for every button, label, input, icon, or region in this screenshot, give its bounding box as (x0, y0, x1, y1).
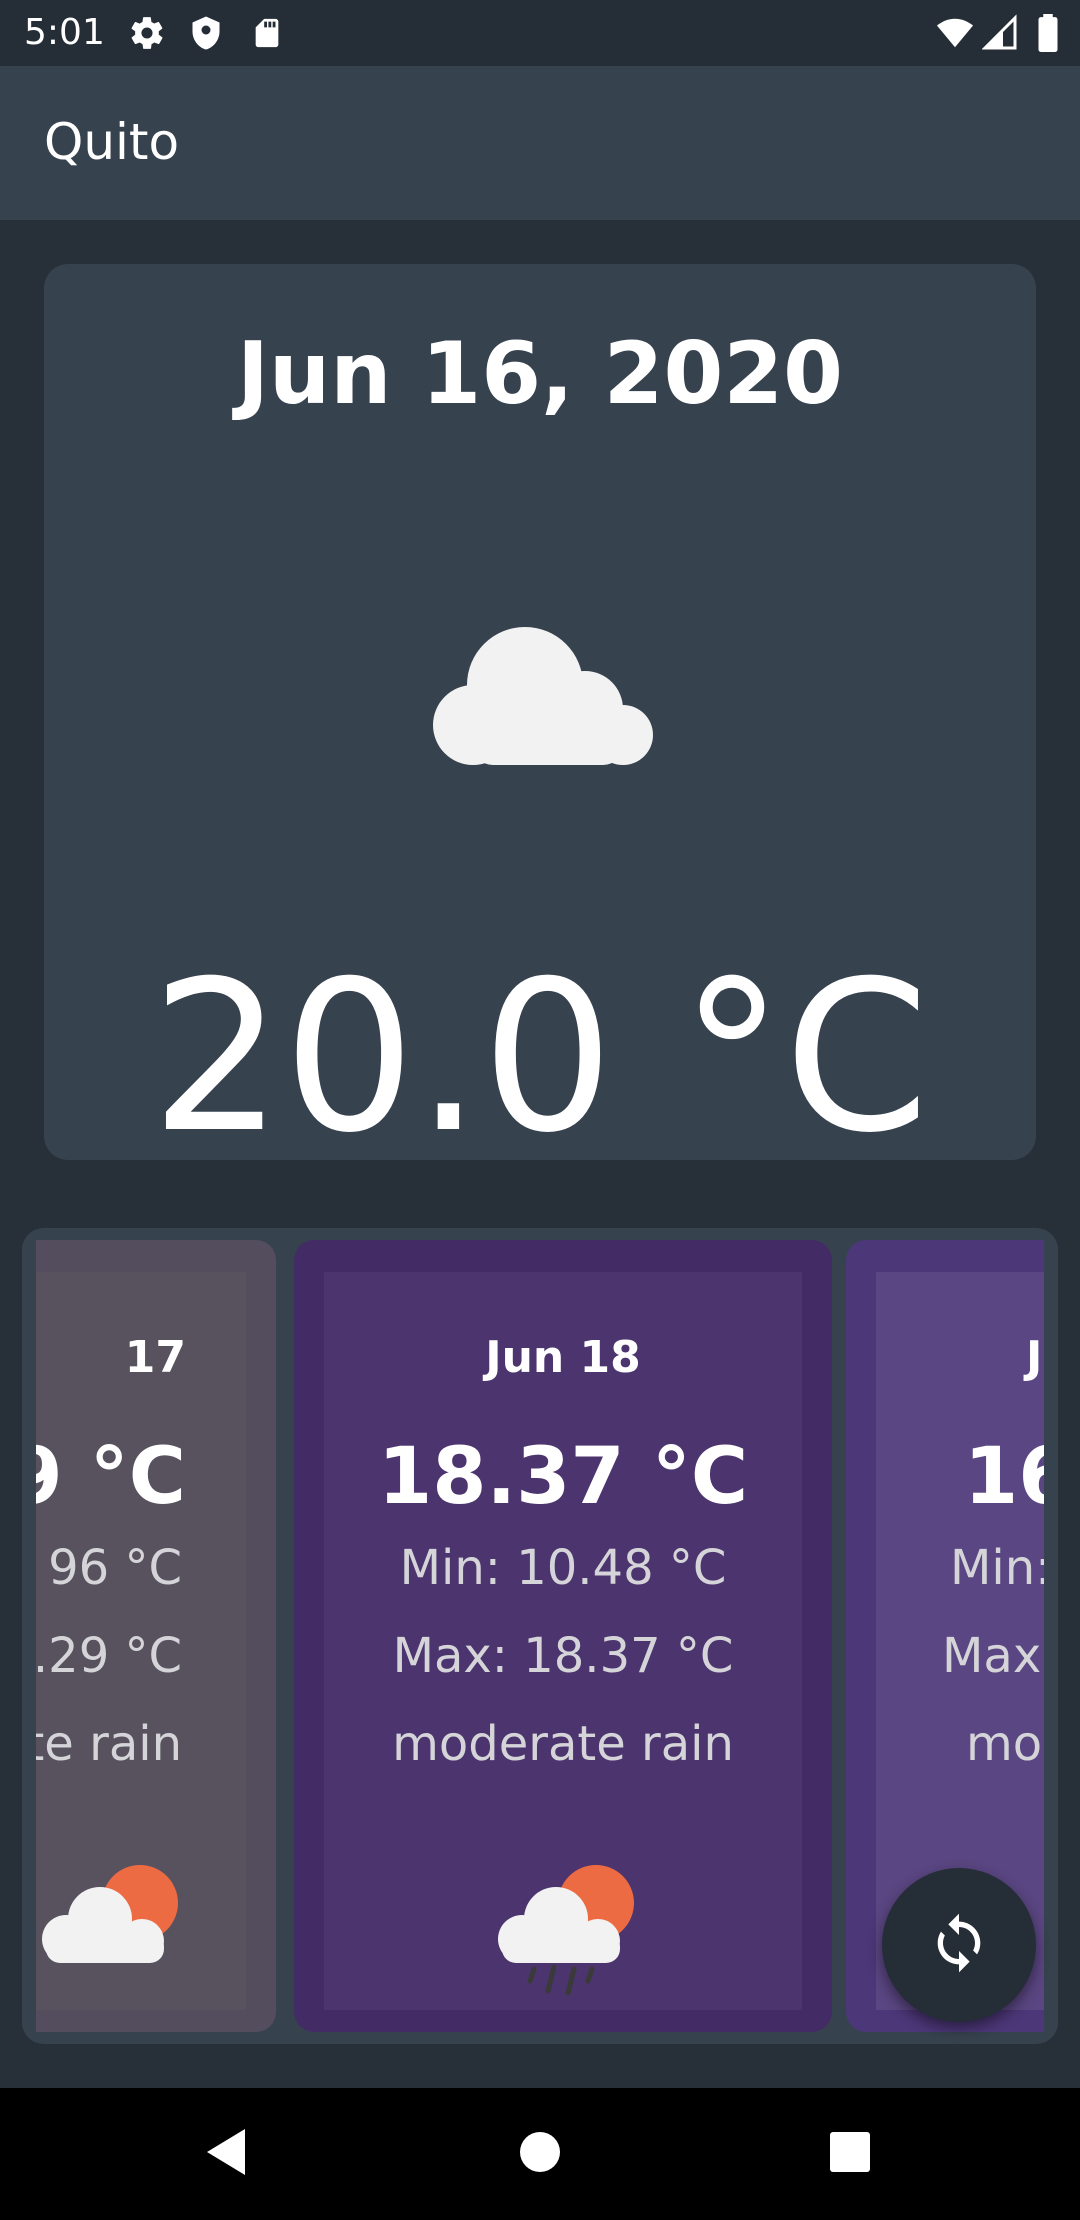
battery-icon (1036, 14, 1060, 56)
navigation-bar (0, 2088, 1080, 2220)
refresh-button[interactable] (882, 1868, 1036, 2022)
recents-button[interactable] (784, 2088, 916, 2220)
carousel-edge (22, 1228, 36, 2044)
forecast-min: 96 °C (48, 1540, 182, 1596)
forecast-card[interactable]: 17 9 °C 96 °C .29 °C te rain (22, 1240, 276, 2032)
forecast-max: Max: 18.37 °C (392, 1628, 734, 1684)
forecast-date: Jun 18 (485, 1332, 641, 1383)
home-button[interactable] (474, 2088, 606, 2220)
signal-icon (981, 14, 1018, 56)
forecast-card-content: Jun 18 18.37 °C Min: 10.48 °C Max: 18.37… (324, 1272, 802, 2010)
forecast-description: moderate rain (392, 1716, 734, 1772)
current-temperature: 20.0 °C (150, 937, 930, 1179)
forecast-min: Min: (950, 1540, 1052, 1596)
carousel-edge (1044, 1228, 1058, 2044)
back-icon (203, 2127, 249, 2181)
forecast-description: moc (966, 1716, 1058, 1772)
app-bar: Quito (0, 66, 1080, 220)
forecast-card[interactable]: Jun 18 18.37 °C Min: 10.48 °C Max: 18.37… (294, 1240, 832, 2032)
wifi-icon (934, 14, 976, 56)
back-button[interactable] (160, 2088, 292, 2220)
status-bar: 5:01 (0, 0, 1080, 66)
forecast-temperature: 9 °C (22, 1432, 186, 1522)
status-time: 5:01 (24, 12, 105, 53)
forecast-date: 17 (124, 1332, 186, 1383)
current-weather-card: Jun 16, 2020 20.0 °C (44, 264, 1036, 1179)
forecast-card-content: 17 9 °C 96 °C .29 °C te rain (22, 1272, 246, 2010)
refresh-icon (927, 1911, 991, 1979)
rain-sun-icon (488, 1857, 638, 2001)
shield-icon (188, 14, 224, 56)
forecast-temperature: 16 (964, 1432, 1058, 1522)
rain-sun-icon (32, 1857, 182, 2001)
settings-icon (128, 14, 166, 56)
forecast-description: te rain (25, 1716, 182, 1772)
forecast-min: Min: 10.48 °C (399, 1540, 727, 1596)
home-icon (518, 2130, 562, 2178)
forecast-date: J (1026, 1332, 1043, 1383)
forecast-max: .29 °C (32, 1628, 182, 1684)
cloud-icon (415, 607, 665, 771)
current-date: Jun 16, 2020 (236, 324, 844, 424)
recents-icon (829, 2131, 871, 2177)
forecast-max: Max (942, 1628, 1042, 1684)
forecast-temperature: 18.37 °C (377, 1432, 749, 1522)
city-title: Quito (44, 113, 180, 171)
sd-card-icon (250, 14, 284, 56)
